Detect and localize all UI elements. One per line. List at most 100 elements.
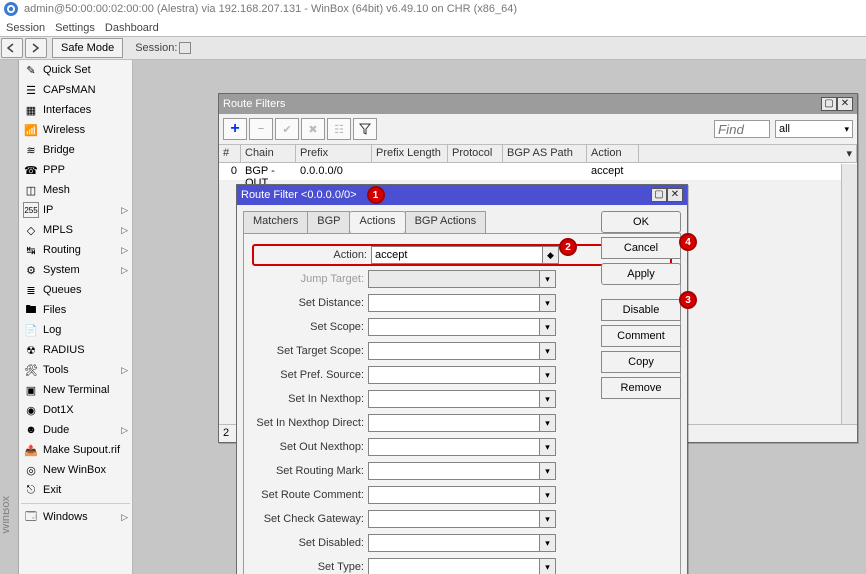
comment-button[interactable]: ☷ [327, 118, 351, 140]
chevron-right-icon: ▷ [121, 245, 128, 256]
col-num[interactable]: # [219, 145, 241, 162]
tab-bgpactions[interactable]: BGP Actions [405, 211, 487, 233]
sidebar-item-interfaces[interactable]: ▦Interfaces [19, 100, 132, 120]
cancel-button[interactable]: Cancel [601, 237, 681, 259]
sidebar-item-wireless[interactable]: 📶Wireless [19, 120, 132, 140]
sidebar-item-dot1x[interactable]: ◉Dot1X [19, 400, 132, 420]
winbox-vertical-logo: WinBox [3, 496, 15, 566]
sidebar-item-files[interactable]: 🖿Files [19, 300, 132, 320]
filter-button[interactable] [353, 118, 377, 140]
col-chain[interactable]: Chain [241, 145, 296, 162]
setroutingmark-field[interactable] [368, 462, 540, 480]
action-label: Action: [255, 249, 371, 261]
chevron-updown-icon[interactable]: ◆ [543, 246, 559, 264]
setprefsource-field[interactable] [368, 366, 540, 384]
disable-button[interactable]: Disable [601, 299, 681, 321]
settype-row: Set Type:▾ [252, 556, 672, 574]
table-row[interactable]: 0 BGP - OUT 0.0.0.0/0 accept [219, 163, 857, 181]
window-maximize-button[interactable]: ▢ [821, 97, 837, 111]
copy-button[interactable]: Copy [601, 351, 681, 373]
remove-button[interactable]: Remove [601, 377, 681, 399]
apply-button[interactable]: Apply [601, 263, 681, 285]
setroutingmark-row: Set Routing Mark:▾ [252, 460, 672, 482]
setinnexthopdirect-field[interactable] [368, 414, 540, 432]
chevron-down-icon[interactable]: ▾ [540, 342, 556, 360]
col-protocol[interactable]: Protocol [448, 145, 503, 162]
sidebar-item-quickset[interactable]: ✎Quick Set [19, 60, 132, 80]
scope-select[interactable]: all▾ [775, 120, 853, 138]
sidebar-item-tools[interactable]: 🛠Tools▷ [19, 360, 132, 380]
chevron-down-icon[interactable]: ▾ [540, 414, 556, 432]
chevron-down-icon[interactable]: ▾ [540, 534, 556, 552]
chevron-down-icon[interactable]: ▾ [540, 318, 556, 336]
chevron-down-icon[interactable]: ▾ [540, 366, 556, 384]
sidebar-item-windows[interactable]: 🗔Windows▷ [19, 507, 132, 527]
window-close-button[interactable]: ✕ [667, 188, 683, 202]
chevron-down-icon[interactable]: ▾ [540, 438, 556, 456]
action-select[interactable]: accept [371, 246, 543, 264]
setoutnexthop-field[interactable] [368, 438, 540, 456]
sidebar-item-capsman[interactable]: ☰CAPsMAN [19, 80, 132, 100]
window-close-button[interactable]: ✕ [837, 97, 853, 111]
col-action[interactable]: Action [587, 145, 639, 162]
enable-button[interactable]: ✔ [275, 118, 299, 140]
chevron-down-icon[interactable]: ▾ [540, 462, 556, 480]
redo-button[interactable] [25, 38, 47, 58]
sidebar-item-routing[interactable]: ↹Routing▷ [19, 240, 132, 260]
menu-session[interactable]: Session [6, 22, 45, 34]
setinnexthop-field[interactable] [368, 390, 540, 408]
chevron-down-icon[interactable]: ▾ [540, 390, 556, 408]
setroutecomment-field[interactable] [368, 486, 540, 504]
vertical-scrollbar[interactable] [841, 164, 857, 424]
ok-button[interactable]: OK [601, 211, 681, 233]
setscope-field[interactable] [368, 318, 540, 336]
tab-actions[interactable]: Actions [349, 211, 405, 233]
window-maximize-button[interactable]: ▢ [651, 188, 667, 202]
chevron-down-icon[interactable]: ▾ [540, 558, 556, 574]
menu-settings[interactable]: Settings [55, 22, 95, 34]
supout-icon: 📤 [23, 442, 39, 458]
sidebar-item-ip[interactable]: 255IP▷ [19, 200, 132, 220]
add-button[interactable]: + [223, 118, 247, 140]
svg-text:WinBox: WinBox [3, 496, 12, 534]
remove-button[interactable]: − [249, 118, 273, 140]
tab-matchers[interactable]: Matchers [243, 211, 308, 233]
disable-button[interactable]: ✖ [301, 118, 325, 140]
sidebar-item-queues[interactable]: ≣Queues [19, 280, 132, 300]
col-prefixlen[interactable]: Prefix Length [372, 145, 448, 162]
sidebar-item-newwinbox[interactable]: ◎New WinBox [19, 460, 132, 480]
setdisabled-field[interactable] [368, 534, 540, 552]
undo-button[interactable] [1, 38, 23, 58]
sidebar-item-mesh[interactable]: ◫Mesh [19, 180, 132, 200]
sidebar-item-ppp[interactable]: ☎PPP [19, 160, 132, 180]
route-filter-dialog-titlebar[interactable]: Route Filter <0.0.0.0/0> 1 ▢ ✕ [237, 185, 687, 205]
col-bgpaspath[interactable]: BGP AS Path [503, 145, 587, 162]
setoutnexthop-row: Set Out Nexthop:▾ [252, 436, 672, 458]
sidebar-item-system[interactable]: ⚙System▷ [19, 260, 132, 280]
setcheckgateway-field[interactable] [368, 510, 540, 528]
sidebar-item-bridge[interactable]: ≋Bridge [19, 140, 132, 160]
chevron-right-icon: ▷ [121, 365, 128, 376]
comment-button[interactable]: Comment [601, 325, 681, 347]
sidebar-item-newterminal[interactable]: ▣New Terminal [19, 380, 132, 400]
chevron-down-icon[interactable]: ▾ [540, 294, 556, 312]
folder-icon: 🖿 [23, 302, 39, 318]
chevron-down-icon[interactable]: ▾ [540, 510, 556, 528]
sidebar-item-exit[interactable]: ⎋Exit [19, 480, 132, 500]
find-input[interactable] [714, 120, 770, 138]
settype-field[interactable] [368, 558, 540, 574]
menu-dashboard[interactable]: Dashboard [105, 22, 159, 34]
tab-bgp[interactable]: BGP [307, 211, 350, 233]
col-prefix[interactable]: Prefix [296, 145, 372, 162]
sidebar-item-dude[interactable]: ☻Dude▷ [19, 420, 132, 440]
route-filters-titlebar[interactable]: Route Filters ▢ ✕ [219, 94, 857, 114]
chevron-down-icon[interactable]: ▾ [540, 486, 556, 504]
cell-chain: BGP - OUT [241, 163, 296, 180]
sidebar-item-mpls[interactable]: ◇MPLS▷ [19, 220, 132, 240]
sidebar-item-log[interactable]: 📄Log [19, 320, 132, 340]
setdistance-field[interactable] [368, 294, 540, 312]
sidebar-item-makesupout[interactable]: 📤Make Supout.rif [19, 440, 132, 460]
settargetscope-field[interactable] [368, 342, 540, 360]
sidebar-item-radius[interactable]: ☢RADIUS [19, 340, 132, 360]
safe-mode-button[interactable]: Safe Mode [52, 38, 123, 58]
